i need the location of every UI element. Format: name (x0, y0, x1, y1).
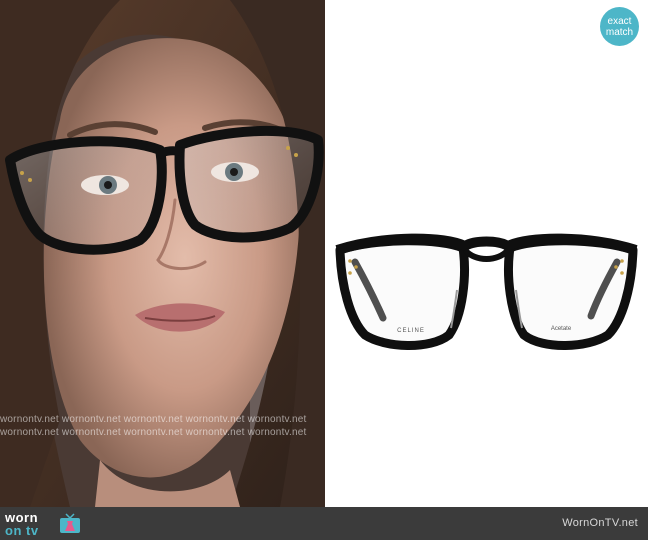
site-logo[interactable]: worn on tv (5, 510, 85, 538)
product-image: CELINE Acetate (325, 0, 648, 507)
exact-match-badge: exact match (600, 7, 639, 46)
logo-word-ontv: on tv (5, 523, 39, 538)
episode-still-image: wornontv.net wornontv.net wornontv.net w… (0, 0, 325, 507)
watermark-row-1: wornontv.net wornontv.net wornontv.net w… (0, 414, 307, 425)
page: wornontv.net wornontv.net wornontv.net w… (0, 0, 648, 540)
badge-line-2: match (605, 26, 634, 38)
watermark-row-2: wornontv.net wornontv.net wornontv.net w… (0, 427, 307, 438)
site-name-text[interactable]: WornOnTV.net (562, 517, 638, 529)
footer-bar: worn on tv WornOnTV.net (0, 507, 648, 540)
badge-line-1: exact (607, 15, 632, 27)
temple-right-text: Acetate (551, 326, 572, 332)
product-glasses: CELINE Acetate (335, 233, 638, 350)
temple-left-text: CELINE (397, 328, 425, 334)
tv-dress-icon (60, 513, 80, 533)
